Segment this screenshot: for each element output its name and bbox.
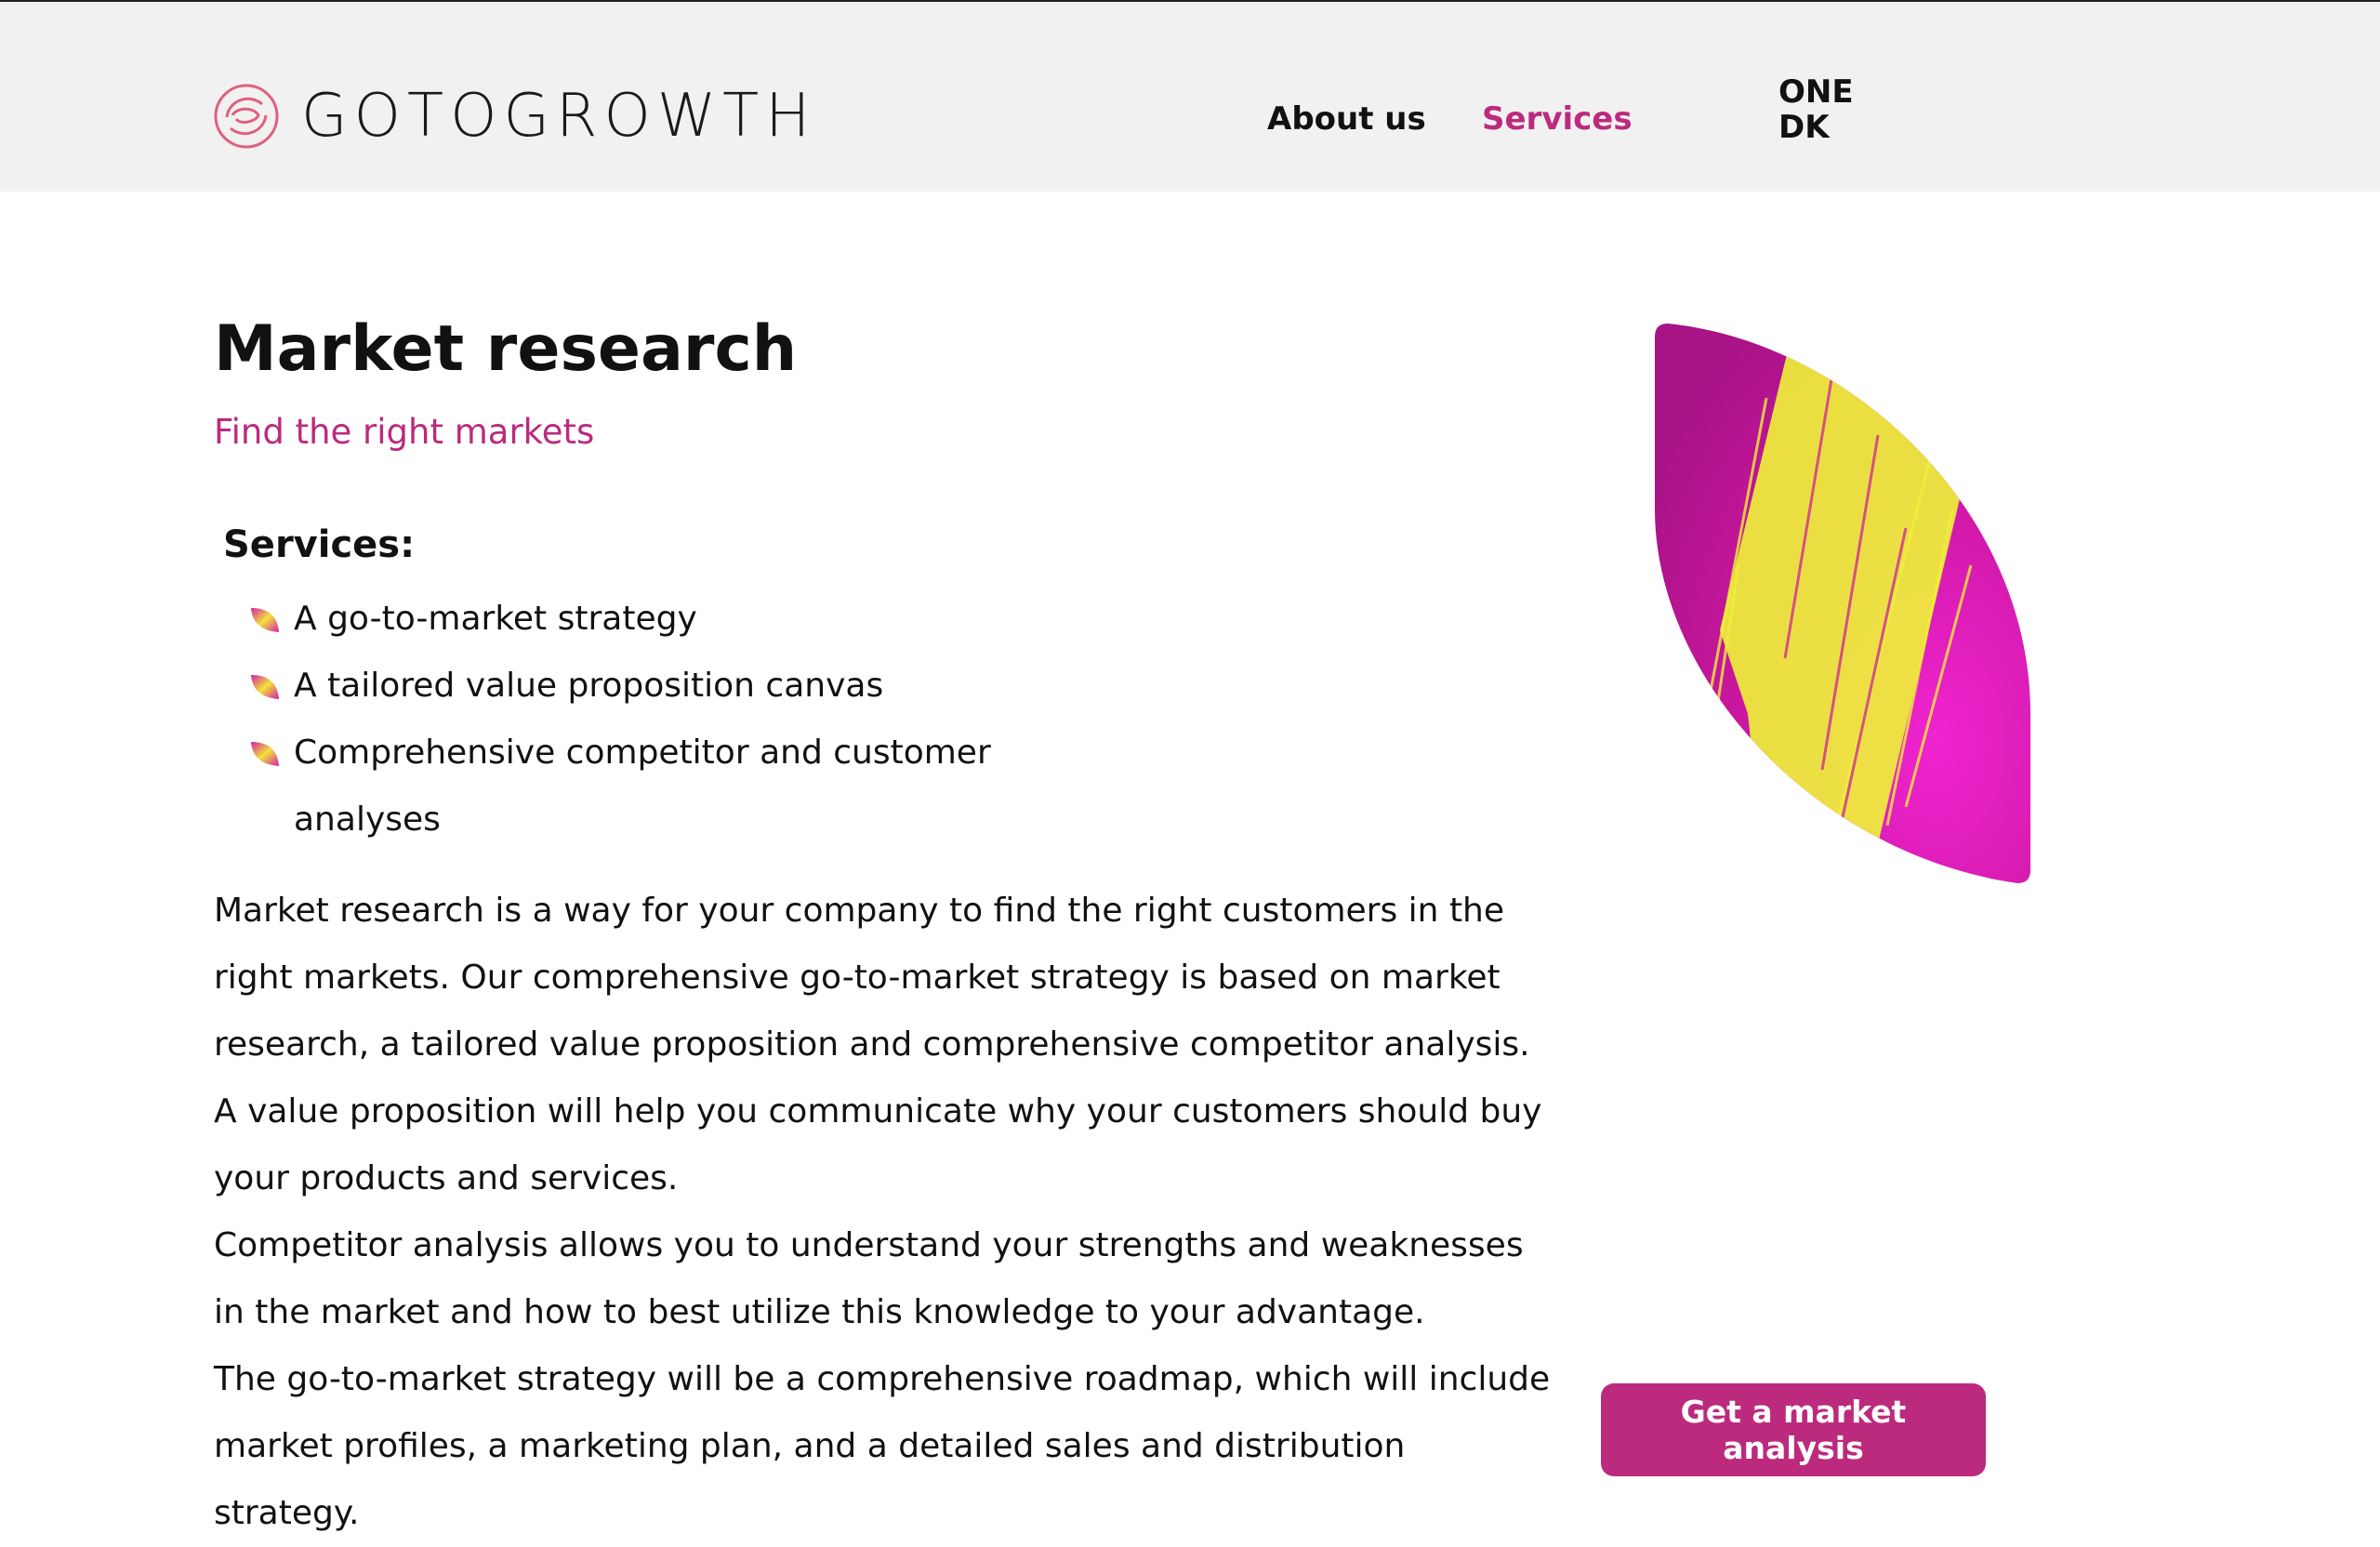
nav-language-switch[interactable]: ONE DK xyxy=(1778,74,1854,145)
service-label: A tailored value proposition canvas xyxy=(294,667,884,705)
services-list: A go-to-market strategy A tailored value… xyxy=(249,586,1030,853)
body-text: Market research is a way for your compan… xyxy=(214,878,1553,1547)
list-item: A tailored value proposition canvas xyxy=(249,653,1030,720)
site-header: GOTOGROWTH About us Services ONE DK xyxy=(0,2,2380,192)
lang-line-2: DK xyxy=(1778,109,1830,146)
leaf-bullet-icon xyxy=(251,608,279,632)
logo[interactable]: GOTOGROWTH xyxy=(212,76,816,156)
leaf-bullet-icon xyxy=(251,742,279,766)
page-subtitle: Find the right markets xyxy=(214,412,595,452)
get-market-analysis-button[interactable]: Get a market analysis xyxy=(1601,1383,1986,1476)
spiral-logo-icon xyxy=(214,84,279,149)
service-label: A go-to-market strategy xyxy=(294,600,697,638)
logo-text: GOTOGROWTH xyxy=(301,82,817,151)
page-title: Market research xyxy=(214,312,798,386)
list-item: A go-to-market strategy xyxy=(249,586,1030,653)
nav-about-us[interactable]: About us xyxy=(1267,100,1426,138)
paragraph: A value proposition will help you commun… xyxy=(214,1092,1542,1197)
nav-services[interactable]: Services xyxy=(1482,100,1633,138)
list-item: Comprehensive competitor and customer an… xyxy=(249,720,1030,853)
paragraph: The go-to-market strategy will be a comp… xyxy=(214,1360,1551,1532)
lang-line-1: ONE xyxy=(1778,73,1854,111)
paragraph: Market research is a way for your compan… xyxy=(214,892,1530,1064)
leaf-image xyxy=(1655,324,2030,883)
leaf-bullet-icon xyxy=(251,675,279,699)
services-heading: Services: xyxy=(223,523,416,566)
paragraph: Competitor analysis allows you to unders… xyxy=(214,1226,1524,1331)
service-label: Comprehensive competitor and customer an… xyxy=(294,734,991,839)
